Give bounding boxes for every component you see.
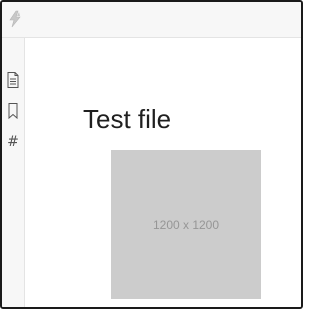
- document-content: Test file 1200 x 1200: [25, 38, 301, 307]
- image-placeholder-label: 1200 x 1200: [152, 217, 220, 232]
- lightning-logo-icon[interactable]: [7, 10, 23, 28]
- top-toolbar: [2, 2, 301, 38]
- page-title: Test file: [83, 104, 172, 134]
- hash-icon[interactable]: #: [5, 133, 21, 151]
- image-placeholder: 1200 x 1200: [111, 150, 261, 299]
- bookmark-icon[interactable]: [5, 102, 21, 120]
- app-window: # Test file 1200 x 1200: [0, 0, 303, 309]
- left-sidebar: #: [2, 38, 25, 307]
- document-icon[interactable]: [5, 71, 21, 89]
